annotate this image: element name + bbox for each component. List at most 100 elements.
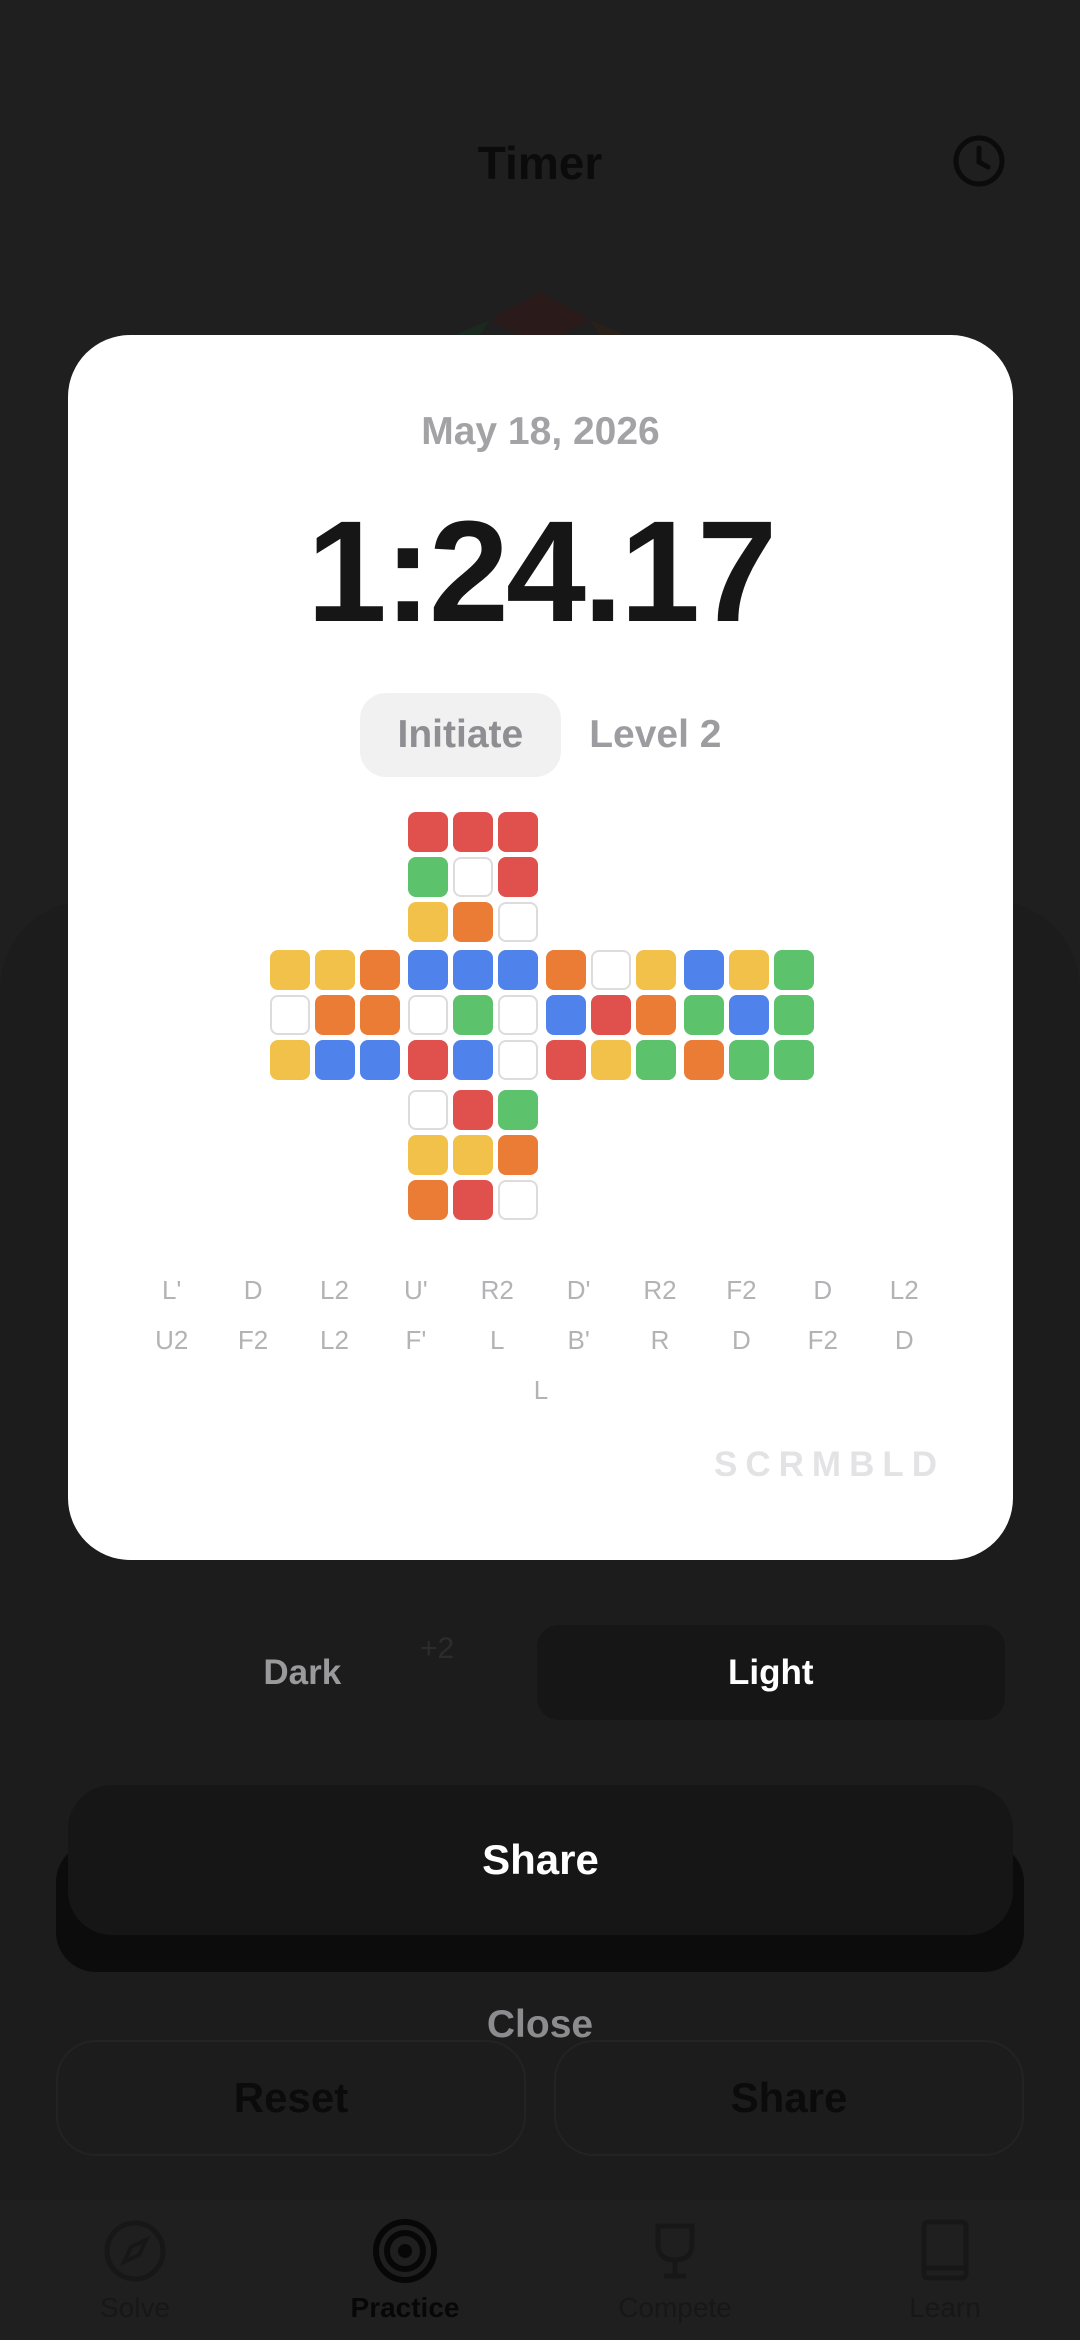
cube-sticker-left <box>315 1040 355 1080</box>
scramble-move: U' <box>403 1274 428 1305</box>
cube-sticker-left <box>360 995 400 1035</box>
scramble-move: U2 <box>155 1324 189 1355</box>
history-icon <box>953 135 1005 187</box>
cube-sticker-back <box>774 950 814 990</box>
cube-sticker-back <box>684 1040 724 1080</box>
cube-sticker-down <box>498 1135 538 1175</box>
cube-sticker-back <box>729 950 769 990</box>
cube-sticker-down <box>408 1180 448 1220</box>
cube-sticker-back <box>729 995 769 1035</box>
cube-sticker-left <box>360 1040 400 1080</box>
cube-sticker-right <box>591 995 631 1035</box>
cube-sticker-left <box>270 1040 310 1080</box>
cube-sticker-front <box>453 950 493 990</box>
cube-sticker-back <box>684 950 724 990</box>
nav-label: Solve <box>99 2292 171 2323</box>
book-icon <box>921 2219 969 2281</box>
cube-sticker-down <box>408 1090 448 1130</box>
nav-item-learn: Learn <box>810 2200 1080 2340</box>
scramble-move: F2 <box>726 1274 757 1305</box>
scramble-move: D <box>894 1324 914 1355</box>
solve-date: May 18, 2026 <box>421 410 660 453</box>
scramble-row: U2 F2 L2 F' L B' R D F2 D <box>131 1315 951 1365</box>
nav-label: Learn <box>909 2292 981 2323</box>
cube-sticker-left <box>360 950 400 990</box>
cube-sticker-up <box>453 812 493 852</box>
share-button[interactable]: Share <box>68 1785 1013 1935</box>
bottom-nav: Solve Practice Compete Learn <box>0 2200 1080 2340</box>
cube-sticker-right <box>546 995 586 1035</box>
scramble-move: R2 <box>480 1274 514 1305</box>
cube-sticker-down <box>453 1180 493 1220</box>
scramble-move: L <box>490 1324 505 1355</box>
cube-sticker-right <box>546 1040 586 1080</box>
scramble-move: L2 <box>889 1274 919 1305</box>
scramble-row: L' D L2 U' R2 D' R2 F2 D L2 <box>131 1265 951 1315</box>
cube-sticker-left <box>315 995 355 1035</box>
cube-sticker-down <box>408 1135 448 1175</box>
rank-row: Initiate Level 2 <box>68 693 1013 777</box>
scramble-sequence: L' D L2 U' R2 D' R2 F2 D L2 U2 F2 L2 F' L B' R D F2 D L <box>131 1265 951 1415</box>
cube-sticker-front <box>408 1040 448 1080</box>
cube-sticker-front <box>498 1040 538 1080</box>
scramble-move: D <box>732 1324 751 1355</box>
reset-button: Reset <box>56 2040 526 2156</box>
cube-sticker-right <box>636 995 676 1035</box>
page-title: Timer <box>477 137 603 189</box>
cube-sticker-back <box>774 1040 814 1080</box>
theme-dark-option[interactable]: Dark <box>68 1625 537 1720</box>
brand-wordmark: SCRMBLD <box>714 1445 945 1484</box>
cube-sticker-back <box>729 1040 769 1080</box>
nav-label: Compete <box>618 2292 732 2323</box>
scramble-move: L <box>533 1374 549 1405</box>
cube-sticker-right <box>636 1040 676 1080</box>
nav-item-compete: Compete <box>540 2200 810 2340</box>
solve-time: 1:24.17 <box>306 491 777 652</box>
theme-toggle: Dark Light <box>68 1625 1005 1720</box>
cube-sticker-front <box>453 1040 493 1080</box>
scramble-move: B' <box>567 1324 590 1355</box>
cube-sticker-front <box>408 995 448 1035</box>
background-share-button: Share <box>554 2040 1024 2156</box>
compass-icon <box>104 2220 166 2282</box>
trophy-icon <box>655 2223 695 2279</box>
scramble-move: D' <box>566 1274 591 1305</box>
cube-sticker-up <box>408 812 448 852</box>
scramble-move: F2 <box>807 1324 838 1355</box>
nav-item-practice: Practice <box>270 2200 540 2340</box>
level-label: Level 2 <box>589 713 722 756</box>
nav-item-solve: Solve <box>0 2200 270 2340</box>
cube-sticker-front <box>498 995 538 1035</box>
close-button[interactable]: Close <box>0 2003 1080 2047</box>
scramble-move: L' <box>161 1274 182 1305</box>
cube-sticker-down <box>453 1135 493 1175</box>
cube-sticker-up <box>498 857 538 897</box>
cube-sticker-front <box>408 950 448 990</box>
cube-sticker-up <box>453 902 493 942</box>
cube-sticker-up <box>498 812 538 852</box>
cube-sticker-up <box>453 857 493 897</box>
share-card: May 18, 2026 1:24.17 Initiate Level 2 L'… <box>68 335 1013 1560</box>
cube-sticker-up <box>408 902 448 942</box>
cube-sticker-right <box>636 950 676 990</box>
scramble-move: R2 <box>643 1274 677 1305</box>
scramble-move: L2 <box>320 1274 349 1305</box>
cube-sticker-back <box>684 995 724 1035</box>
scramble-move: L2 <box>320 1324 349 1355</box>
nav-label: Practice <box>350 2292 460 2323</box>
scramble-row: L <box>131 1365 951 1415</box>
theme-light-option[interactable]: Light <box>536 1625 1005 1720</box>
cube-sticker-down <box>498 1090 538 1130</box>
rank-chip: Initiate <box>359 693 562 777</box>
cube-sticker-down <box>498 1180 538 1220</box>
cube-sticker-up <box>498 902 538 942</box>
scramble-move: F2 <box>237 1324 269 1355</box>
cube-sticker-down <box>453 1090 493 1130</box>
scramble-move: D <box>243 1274 263 1305</box>
cube-sticker-right <box>546 950 586 990</box>
target-icon <box>373 2219 437 2283</box>
cube-sticker-right <box>591 950 631 990</box>
cube-sticker-left <box>315 950 355 990</box>
cube-sticker-front <box>453 995 493 1035</box>
cube-sticker-front <box>498 950 538 990</box>
